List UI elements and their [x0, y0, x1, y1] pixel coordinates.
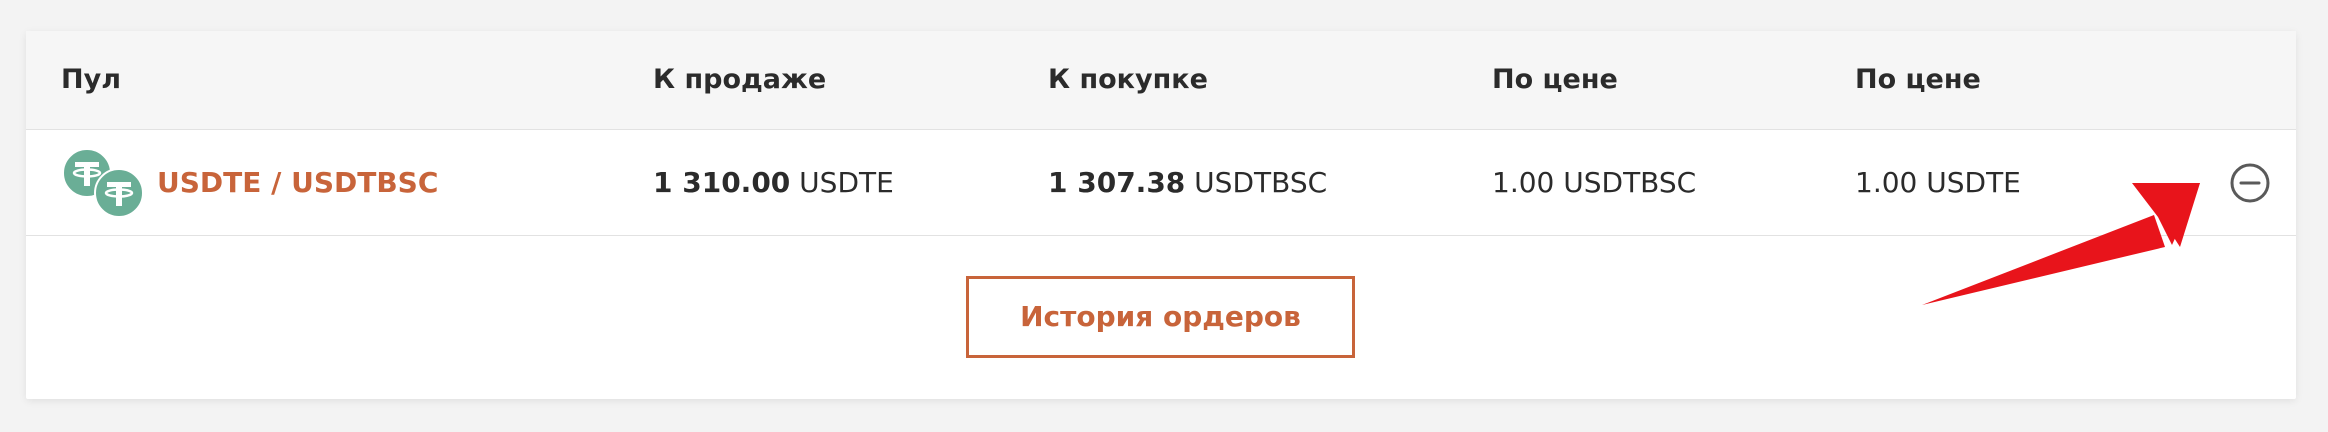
price-1-cell: 1.00 USDTBSC — [1492, 166, 1697, 199]
buy-amount: 1 307.38 — [1048, 166, 1186, 199]
coin-pair-icons — [62, 148, 146, 218]
order-history-button[interactable]: История ордеров — [966, 276, 1355, 358]
sell-amount: 1 310.00 — [653, 166, 791, 199]
buy-cell: 1 307.38 USDTBSC — [1048, 130, 1327, 235]
header-price-1: По цене — [1492, 64, 1618, 95]
header-price-2: По цене — [1855, 64, 1981, 95]
table-row: USDTE / USDTBSC 1 310.00 USDTE 1 307.38 … — [26, 130, 2296, 236]
minus-circle-icon[interactable] — [2228, 161, 2272, 205]
table-header: Пул К продаже К покупке По цене По цене — [26, 31, 2296, 130]
price-2-cell: 1.00 USDTE — [1855, 166, 2021, 199]
sell-cell: 1 310.00 USDTE — [653, 130, 894, 235]
orders-card: Пул К продаже К покупке По цене По цене … — [26, 31, 2296, 399]
header-pool: Пул — [61, 64, 121, 95]
header-buy: К покупке — [1048, 64, 1208, 95]
buy-unit: USDTBSC — [1185, 166, 1328, 199]
pair-link[interactable]: USDTE / USDTBSC — [157, 130, 438, 235]
sell-unit: USDTE — [790, 166, 894, 199]
header-sell: К продаже — [653, 64, 827, 95]
tether-icon — [94, 168, 144, 218]
